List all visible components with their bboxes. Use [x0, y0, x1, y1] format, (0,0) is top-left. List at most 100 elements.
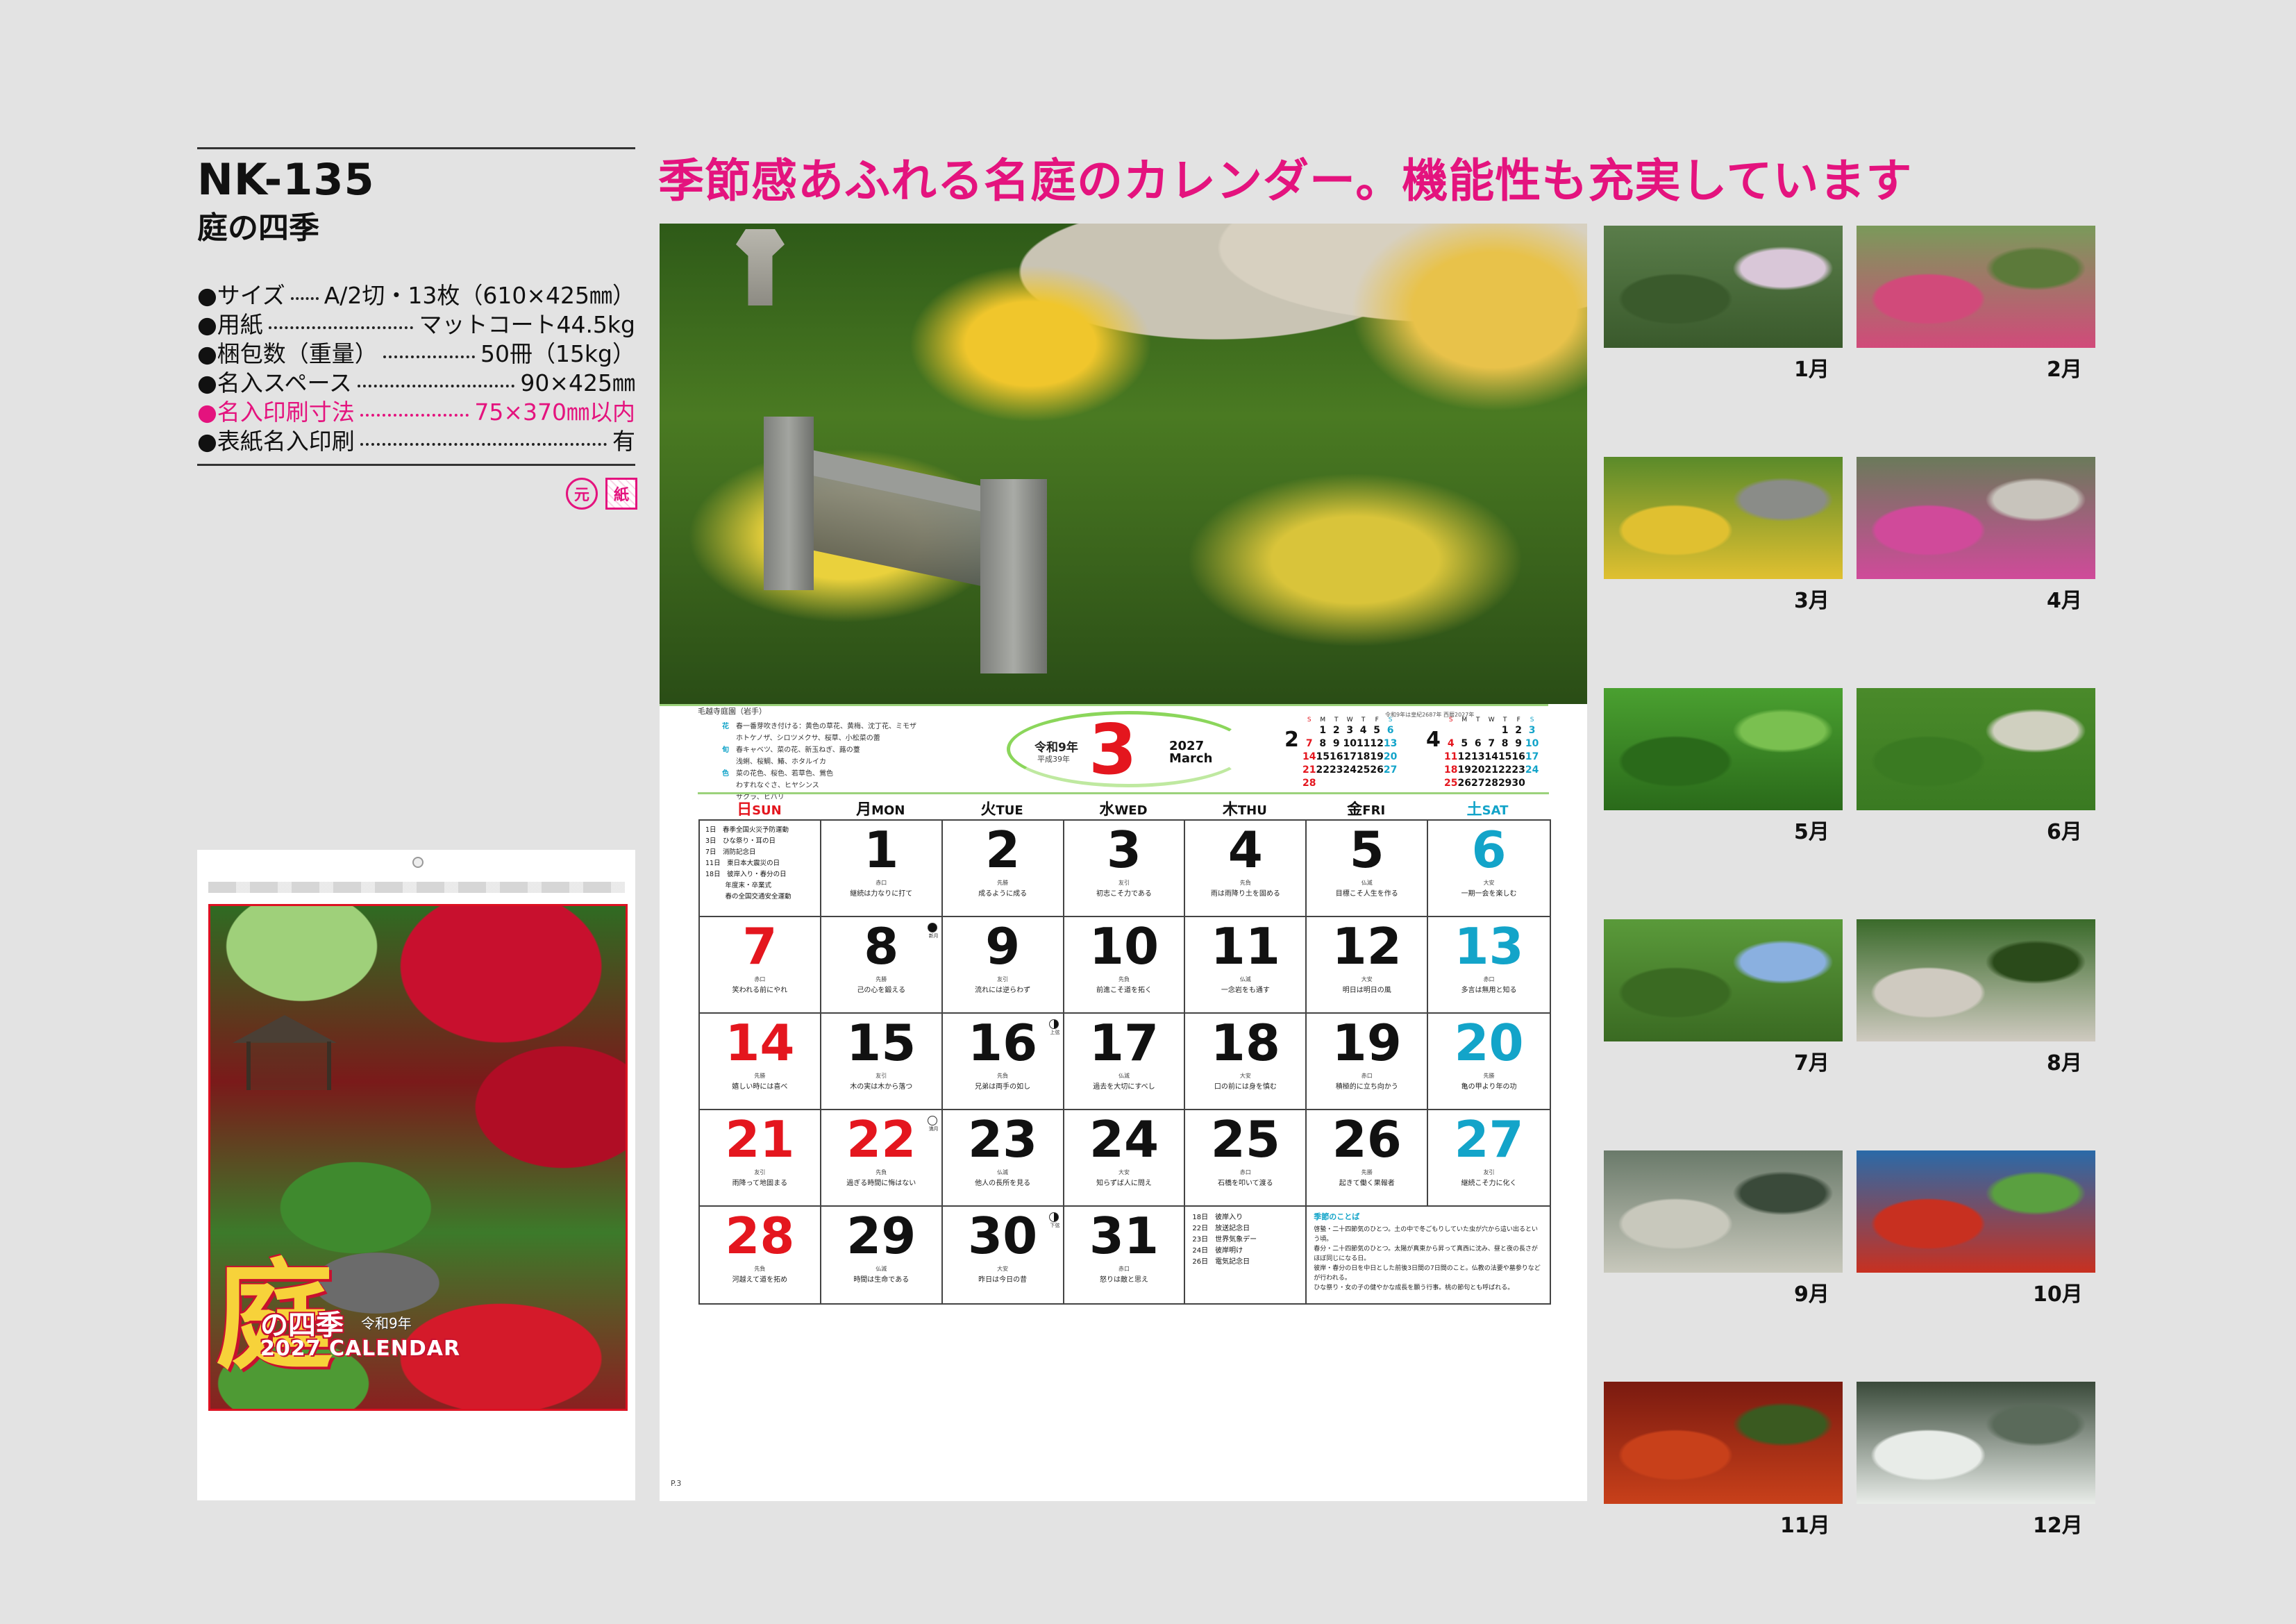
- mini-weekday: T: [1502, 717, 1507, 723]
- mini-day: 22: [1316, 764, 1330, 776]
- moon-phase-label: 新月: [928, 933, 939, 939]
- mini-day: 25: [1444, 777, 1458, 789]
- calendar-cell: 11 仏滅 一念岩をも通す: [1185, 917, 1307, 1014]
- calendar-cell: 12 大安 明日は明日の風: [1307, 917, 1429, 1014]
- mini-day: 22: [1498, 764, 1512, 776]
- mini-day: 21: [1302, 764, 1316, 776]
- day-number: 20: [1454, 1014, 1524, 1072]
- mini-day: 2: [1515, 724, 1523, 736]
- weekday-label: 日SUN: [698, 797, 820, 819]
- rokuyo-label: 先負: [1118, 976, 1130, 982]
- event-entry: 18日 彼岸入り: [1192, 1214, 1243, 1221]
- mini-day: 30: [1511, 777, 1525, 789]
- spec-label: ●用紙: [197, 311, 263, 338]
- day-number: 8: [864, 917, 899, 976]
- weekday-en: TUE: [996, 803, 1023, 818]
- season-title: 季節のことば: [1314, 1212, 1360, 1221]
- hanging-hole-icon: [412, 857, 424, 868]
- calendar-cell: 1 赤口 継続は力なりに打て: [821, 821, 943, 917]
- weekday-en: MON: [871, 803, 905, 818]
- mini-day: 7: [1305, 737, 1313, 749]
- note-row: 花春一番芽吹き付ける：黄色の草花、黄梅、沈丁花、ミモザ: [722, 721, 923, 733]
- cover-subtitle: 令和9年: [361, 1315, 412, 1332]
- rokuyo-label: 赤口: [875, 880, 887, 886]
- day-saying: 過去を大切にすべし: [1093, 1083, 1155, 1091]
- mini-month-table: S M T W T F S 1 2 3 4 5 6 7 8 9 10 11 12 13 14 15 16 17 18 19 20 21…: [1444, 717, 1539, 789]
- weekday-label: 水WED: [1063, 797, 1184, 819]
- calendar-cell: 16 先負 兄弟は両手の如し 上弦: [942, 1014, 1064, 1110]
- mini-day: 11: [1356, 737, 1371, 749]
- calendar-cell: 15 友引 木の実は木から落つ: [821, 1014, 943, 1110]
- thumbnail-label: 8月: [2047, 1051, 2082, 1075]
- day-number: 23: [968, 1110, 1038, 1169]
- day-saying: 継続こそ力に化く: [1461, 1180, 1517, 1187]
- rokuyo-label: 友引: [1483, 1169, 1495, 1175]
- day-number: 27: [1454, 1110, 1524, 1169]
- holiday-entry: 1日 春季全国火災予防運動: [705, 826, 789, 834]
- day-saying: 知らずば人に問え: [1096, 1180, 1152, 1187]
- mini-day: 19: [1370, 751, 1384, 762]
- mini-day: 13: [1470, 751, 1485, 762]
- mini-day: 18: [1356, 751, 1371, 762]
- day-saying: 多言は無用と知る: [1461, 987, 1517, 994]
- weekday-jp: 土: [1466, 801, 1482, 819]
- mini-day: 13: [1383, 737, 1398, 749]
- mini-weekday: T: [1334, 717, 1339, 723]
- mini-day: 5: [1373, 724, 1381, 736]
- mini-day: 20: [1383, 751, 1398, 762]
- mini-day: 2: [1332, 724, 1340, 736]
- day-saying: 成るように成る: [978, 890, 1028, 898]
- mini-day: [1444, 723, 1457, 737]
- mini-day: [1471, 723, 1484, 737]
- mini-day: [1316, 776, 1329, 789]
- month-number: 3: [1089, 709, 1137, 790]
- spec-value: A/2切・13枚（610×425㎜）: [324, 282, 635, 309]
- month-thumbnail: [1857, 919, 2095, 1041]
- mini-day: [1302, 723, 1316, 737]
- spec-row: ●名入スペース 90×425㎜: [197, 367, 635, 396]
- holiday-entry: 年度末・卒業式: [705, 882, 772, 889]
- mini-day: 9: [1332, 737, 1340, 749]
- mini-month-number: 2: [1284, 728, 1299, 752]
- rokuyo-label: 仏滅: [1118, 1073, 1130, 1079]
- rokuyo-label: 先負: [754, 1266, 766, 1272]
- green-rule: [660, 704, 1548, 706]
- spec-rule: [197, 464, 635, 466]
- mini-weekday: F: [1375, 717, 1379, 723]
- thumbnail-label: 12月: [2033, 1514, 2083, 1538]
- mini-day: 27: [1383, 764, 1398, 776]
- day-saying: 積極的に立ち向かう: [1335, 1083, 1398, 1091]
- holiday-entry: 7日 消防記念日: [705, 848, 756, 856]
- rokuyo-label: 先勝: [997, 880, 1009, 886]
- rokuyo-label: 赤口: [1483, 976, 1495, 982]
- mini-weekday: F: [1516, 717, 1520, 723]
- mini-day: 26: [1457, 777, 1471, 789]
- moon-phase-icon: [1048, 1019, 1059, 1029]
- weekday-label: 土SAT: [1427, 797, 1548, 819]
- year-english: 2027 March: [1169, 740, 1212, 765]
- seasonal-notes: 花春一番芽吹き付ける：黄色の草花、黄梅、沈丁花、ミモザ ホトケノザ、シロツメクサ、…: [722, 721, 923, 803]
- spec-label: ●表紙名入印刷: [197, 428, 355, 455]
- day-number: 1: [864, 821, 899, 879]
- note-category: [722, 780, 732, 792]
- day-saying: 流れには逆らわず: [975, 987, 1031, 994]
- mini-weekday: M: [1461, 717, 1468, 723]
- rokuyo-label: 先勝: [1361, 1169, 1373, 1175]
- cover-name-strip: [208, 882, 625, 893]
- holiday-entry: 11日 東日本大震災の日: [705, 860, 780, 867]
- mini-day: 18: [1444, 764, 1458, 776]
- rokuyo-label: 仏滅: [1361, 880, 1373, 886]
- note-category: 花: [722, 723, 729, 730]
- calendar-cell: 28 先負 河越えて道を拓め: [700, 1207, 821, 1303]
- calendar-cell: 18日 彼岸入り 22日 放送記念日 23日 世界気象デー 24日 彼岸明け 26日 電…: [1185, 1207, 1307, 1303]
- thumbnail-label: 3月: [1794, 589, 1829, 613]
- calendar-cell: 19 赤口 積極的に立ち向かう: [1307, 1014, 1429, 1110]
- day-number: 11: [1210, 917, 1280, 976]
- day-number: 13: [1454, 917, 1524, 976]
- mini-day: [1484, 723, 1498, 737]
- mini-day: 19: [1457, 764, 1471, 776]
- mini-day: 27: [1470, 777, 1485, 789]
- note-row: わすれなぐさ、ヒヤシンス: [722, 780, 923, 792]
- moon-phase-label: 満月: [928, 1126, 939, 1132]
- day-number: 16: [968, 1014, 1038, 1072]
